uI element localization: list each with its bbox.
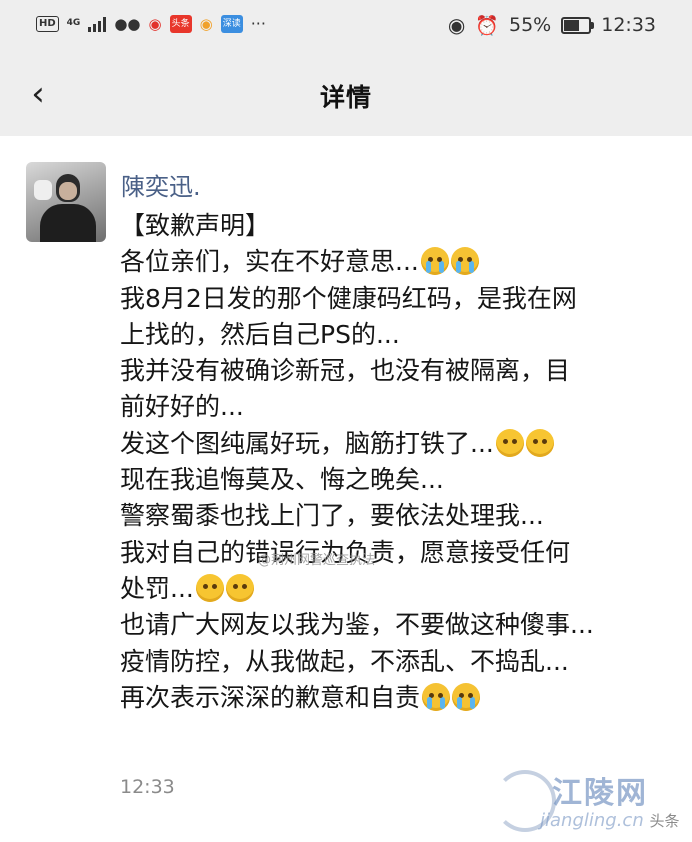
post-line: 现在我追悔莫及、悔之晚矣... bbox=[120, 465, 444, 495]
post-line: 我并没有被确诊新冠，也没有被隔离，目 bbox=[120, 356, 571, 386]
username-link[interactable]: 陳奕迅. bbox=[121, 167, 201, 202]
watermark: @荆州网警巡查执法 bbox=[258, 553, 376, 568]
post-timestamp: 12:33 bbox=[120, 776, 175, 798]
logo-text: 江陵网 bbox=[552, 776, 648, 811]
wechat-icon: ●● bbox=[114, 14, 141, 33]
weibo-icon: ◉ bbox=[199, 14, 213, 33]
status-time: 12:33 bbox=[601, 14, 656, 36]
post-line: 也请广大网友以我为鉴，不要做这种傻事... bbox=[120, 610, 594, 640]
post-line: 发这个图纯属好玩，脑筋打铁了... bbox=[120, 426, 680, 462]
post-line: 疫情防控，从我做起，不添乱、不捣乱... bbox=[120, 646, 569, 676]
pleading-emoji-icon bbox=[195, 573, 224, 602]
alarm-icon: ⏰ bbox=[475, 14, 499, 37]
avatar[interactable] bbox=[26, 162, 106, 242]
hd-icon: HD bbox=[36, 15, 59, 32]
weibo-icon: ◉ bbox=[148, 14, 162, 33]
dizzy-emoji-icon bbox=[495, 428, 524, 457]
status-left: HD 4G ●● ◉ 头条 ◉ 深读 ··· bbox=[36, 14, 266, 33]
crying-emoji-icon bbox=[450, 247, 479, 276]
post-line: 我对自己的错误行为负责，愿意接受任何 bbox=[120, 537, 571, 567]
post-line: 我8月2日发的那个健康码红码，是我在网 bbox=[120, 283, 577, 313]
post-card: 陳奕迅. 【致歉声明】 各位亲们，实在不好意思... 我8月2日发的那个健康码红… bbox=[0, 136, 692, 842]
news-badge: 头条 bbox=[169, 14, 192, 33]
crying-emoji-icon bbox=[420, 247, 449, 276]
battery-percent: 55% bbox=[509, 14, 552, 36]
post-line: 处罚... bbox=[120, 571, 680, 607]
post-line: 上找的，然后自己PS的... bbox=[120, 319, 400, 349]
more-icon: ··· bbox=[250, 14, 266, 33]
crying-emoji-icon bbox=[452, 682, 481, 711]
nav-bar: ‹ 详情 bbox=[0, 54, 692, 136]
app-badge: 深读 bbox=[220, 14, 243, 33]
crying-emoji-icon bbox=[422, 682, 451, 711]
status-right: ◉ ⏰ 55% 12:33 bbox=[448, 13, 656, 37]
pleading-emoji-icon bbox=[225, 573, 254, 602]
battery-icon bbox=[561, 16, 595, 34]
post-line: 警察蜀黍也找上门了，要依法处理我... bbox=[120, 501, 544, 531]
logo-subtext: jiangling.cn 头条 bbox=[540, 810, 680, 831]
post-line: 各位亲们，实在不好意思... bbox=[120, 244, 680, 280]
post-line: 前好好的... bbox=[120, 392, 244, 422]
status-bar: HD 4G ●● ◉ 头条 ◉ 深读 ··· ◉ ⏰ 55% 12:33 bbox=[0, 0, 692, 54]
post-line: 再次表示深深的歉意和自责 bbox=[120, 680, 680, 716]
signal-icon bbox=[88, 16, 107, 32]
eye-icon: ◉ bbox=[447, 13, 466, 37]
site-logo: 江陵网 jiangling.cn 头条 bbox=[494, 764, 684, 836]
dizzy-emoji-icon bbox=[525, 428, 554, 457]
network-label: 4G bbox=[66, 18, 81, 28]
page-title: 详情 bbox=[319, 83, 372, 112]
post-line: 【致歉声明】 bbox=[120, 211, 271, 240]
post-content: 【致歉声明】 各位亲们，实在不好意思... 我8月2日发的那个健康码红码，是我在… bbox=[120, 208, 680, 716]
